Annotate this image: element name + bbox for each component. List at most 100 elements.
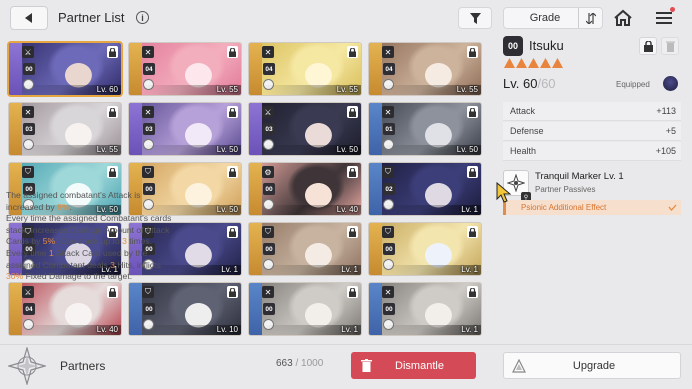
grade-badge: 03 [23,123,35,135]
partner-card[interactable]: ⚙ 00 Lv. 40 [248,162,362,216]
dismantle-button[interactable]: Dismantle [351,352,476,379]
capacity-max: 1000 [301,358,324,369]
card-level: Lv. 1 [461,205,478,214]
partner-card[interactable]: ⛉ 02 Lv. 1 [368,162,482,216]
partner-card[interactable]: ✕ 01 Lv. 50 [368,102,482,156]
blade-type-icon: ⚔ [262,106,274,118]
home-button[interactable] [612,7,634,29]
partner-card[interactable]: ✕ 00 Lv. 1 [368,282,482,336]
partner-card[interactable]: ⛉ 00 Lv. 1 [368,222,482,276]
partner-card[interactable]: ✕ 04 Lv. 55 [128,42,242,96]
star-icon [528,58,539,68]
partner-card[interactable]: ✕ 04 Lv. 55 [248,42,362,96]
grade-badge: 03 [263,123,275,135]
lock-icon [467,106,478,118]
grade-badge: 00 [23,63,35,75]
stat-label: Health [510,146,537,156]
passive-description: The assigned combatant's Attack is incre… [6,190,176,308]
equipped-avatar[interactable] [663,76,678,91]
card-level: Lv. 55 [336,85,358,94]
grade-badge: 00 [503,36,523,56]
lock-icon [347,226,358,238]
rarity-stripe [369,43,382,95]
lock-icon [227,286,238,298]
partner-card[interactable]: ⛉ 00 Lv. 1 [248,222,362,276]
star-rating [504,58,563,68]
partners-emblem-icon [6,346,48,386]
rarity-stripe [9,103,22,155]
lock-icon [467,226,478,238]
partner-capacity: 663 / 1000 [276,358,323,369]
info-icon[interactable]: i [136,11,149,24]
back-arrow-icon [25,13,32,23]
description-line-2: Every time the assigned Combatant's card… [6,213,172,247]
stat-row: Defense +5 [503,122,681,141]
grade-badge: 03 [143,123,155,135]
cursor-icon [496,182,512,203]
lock-icon [227,226,238,238]
passive-title: Tranquil Marker Lv. 1 [535,171,624,182]
card-level: Lv. 60 [96,85,118,94]
description-line-3: Every time 1 Attack Card used by the ass… [6,247,161,282]
sort-order-icon[interactable] [578,8,602,28]
lock-icon [643,40,653,52]
lock-icon [347,106,358,118]
filter-button[interactable] [458,7,492,29]
upgrade-label: Upgrade [572,359,616,372]
card-level: Lv. 50 [456,145,478,154]
partner-card[interactable]: ⚔ 00 Lv. 60 [7,41,123,97]
rarity-stripe [249,223,262,275]
lock-icon [107,166,118,178]
shield-type-icon: ⛉ [262,226,274,238]
lock-icon [227,106,238,118]
back-button[interactable] [10,6,48,30]
shield-type-icon: ⛉ [382,166,394,178]
current-level: Lv. 60 [503,76,538,91]
upgrade-button[interactable]: Upgrade [503,352,681,379]
level-display: Lv. 60/60 [503,76,556,91]
rarity-stripe [249,103,262,155]
partner-card[interactable]: ✕ 03 Lv. 55 [8,102,122,156]
home-icon [614,9,632,26]
trash-icon [665,41,675,52]
lock-icon [467,166,478,178]
max-level: 60 [541,76,556,91]
grade-badge: 04 [383,63,395,75]
capacity-current: 663 [276,358,293,369]
lock-toggle[interactable] [639,37,657,55]
rarity-stripe [9,43,22,95]
effect-label: Psionic Additional Effect [521,203,607,212]
card-level: Lv. 50 [216,145,238,154]
menu-button[interactable] [654,7,676,29]
sort-label: Grade [529,12,561,24]
sword-type-icon: ✕ [142,46,154,58]
rarity-stripe [129,103,142,155]
card-level: Lv. 1 [221,265,238,274]
lock-icon [107,46,118,58]
rarity-stripe [369,163,382,215]
star-icon [504,58,515,68]
trash-button[interactable] [661,37,679,55]
passive-subtitle: Partner Passives [535,185,596,194]
lock-icon [107,106,118,118]
sort-dropdown[interactable]: Grade [503,7,603,29]
partners-label: Partners [60,359,106,373]
partner-card[interactable]: ✕ 03 Lv. 50 [128,102,242,156]
stat-value: +105 [655,146,676,156]
dismantle-label: Dismantle [395,359,444,372]
grade-badge: 00 [383,243,395,255]
shield-type-icon: ⛉ [382,226,394,238]
stat-value: +5 [665,126,676,136]
partner-card[interactable]: ✕ 00 Lv. 1 [248,282,362,336]
rarity-stripe [249,43,262,95]
partner-card[interactable]: ✕ 04 Lv. 55 [368,42,482,96]
stat-label: Attack [510,106,536,116]
partner-card[interactable]: ⚔ 03 Lv. 50 [248,102,362,156]
rarity-stripe [369,223,382,275]
card-level: Lv. 1 [461,265,478,274]
grade-badge: 00 [263,303,275,315]
lock-icon [347,166,358,178]
card-level: Lv. 10 [216,325,238,334]
capacity-separator: / [292,358,302,369]
effect-dropdown[interactable]: Psionic Additional Effect [503,200,681,215]
